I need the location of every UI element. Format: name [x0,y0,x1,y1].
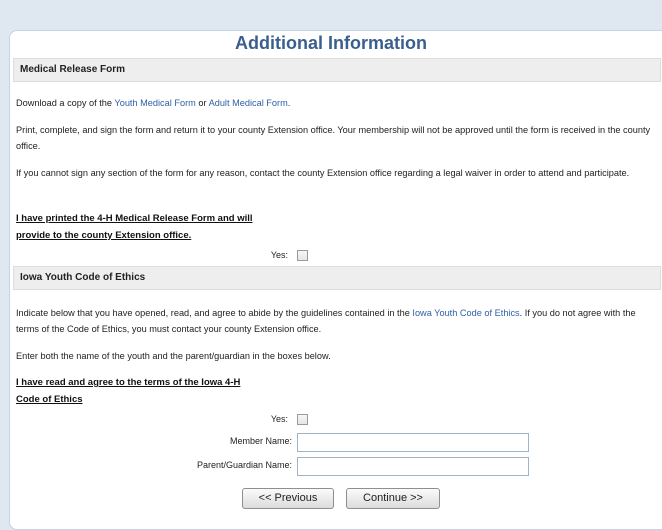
medical-waiver-text: If you cannot sign any section of the fo… [16,168,630,178]
ethics-yes-label: Yes: [270,414,288,424]
or-text: or [195,98,209,108]
medical-download-text: Download a copy of the Youth Medical For… [16,95,660,111]
download-prefix: Download a copy of the [16,98,115,108]
medical-agreement-line-1: I have printed the 4-H Medical Release F… [16,213,253,224]
member-name-label: Member Name: [229,436,292,446]
ethics-agreement-line-1: I have read and agree to the terms of th… [16,377,241,388]
previous-button[interactable]: << Previous [242,488,334,509]
medical-section-header: Medical Release Form [13,58,661,82]
ethics-section-header: Iowa Youth Code of Ethics [13,266,661,290]
period-text: . [287,98,291,108]
adult-medical-form-link[interactable]: Adult Medical Form [209,98,288,108]
medical-agreement-line-2: provide to the county Extension office. [16,230,192,241]
ethics-yes-checkbox[interactable] [297,414,308,425]
medical-yes-label: Yes: [270,250,288,260]
ethics-names-text: Enter both the name of the youth and the… [16,351,331,361]
continue-button[interactable]: Continue >> [346,488,440,509]
page-title: Additional Information [235,33,427,53]
medical-yes-checkbox[interactable] [297,250,308,261]
guardian-name-input[interactable] [297,457,529,476]
medical-instructions-text: Print, complete, and sign the form and r… [16,125,651,151]
member-name-input[interactable] [297,433,529,452]
ethics-agreement-line-2: Code of Ethics [16,394,83,405]
ethics-instructions-text: Indicate below that you have opened, rea… [16,305,660,337]
ethics-prefix: Indicate below that you have opened, rea… [16,308,413,318]
guardian-name-label: Parent/Guardian Name: [196,460,292,470]
iowa-youth-code-of-ethics-link[interactable]: Iowa Youth Code of Ethics [412,308,519,318]
youth-medical-form-link[interactable]: Youth Medical Form [114,98,195,108]
